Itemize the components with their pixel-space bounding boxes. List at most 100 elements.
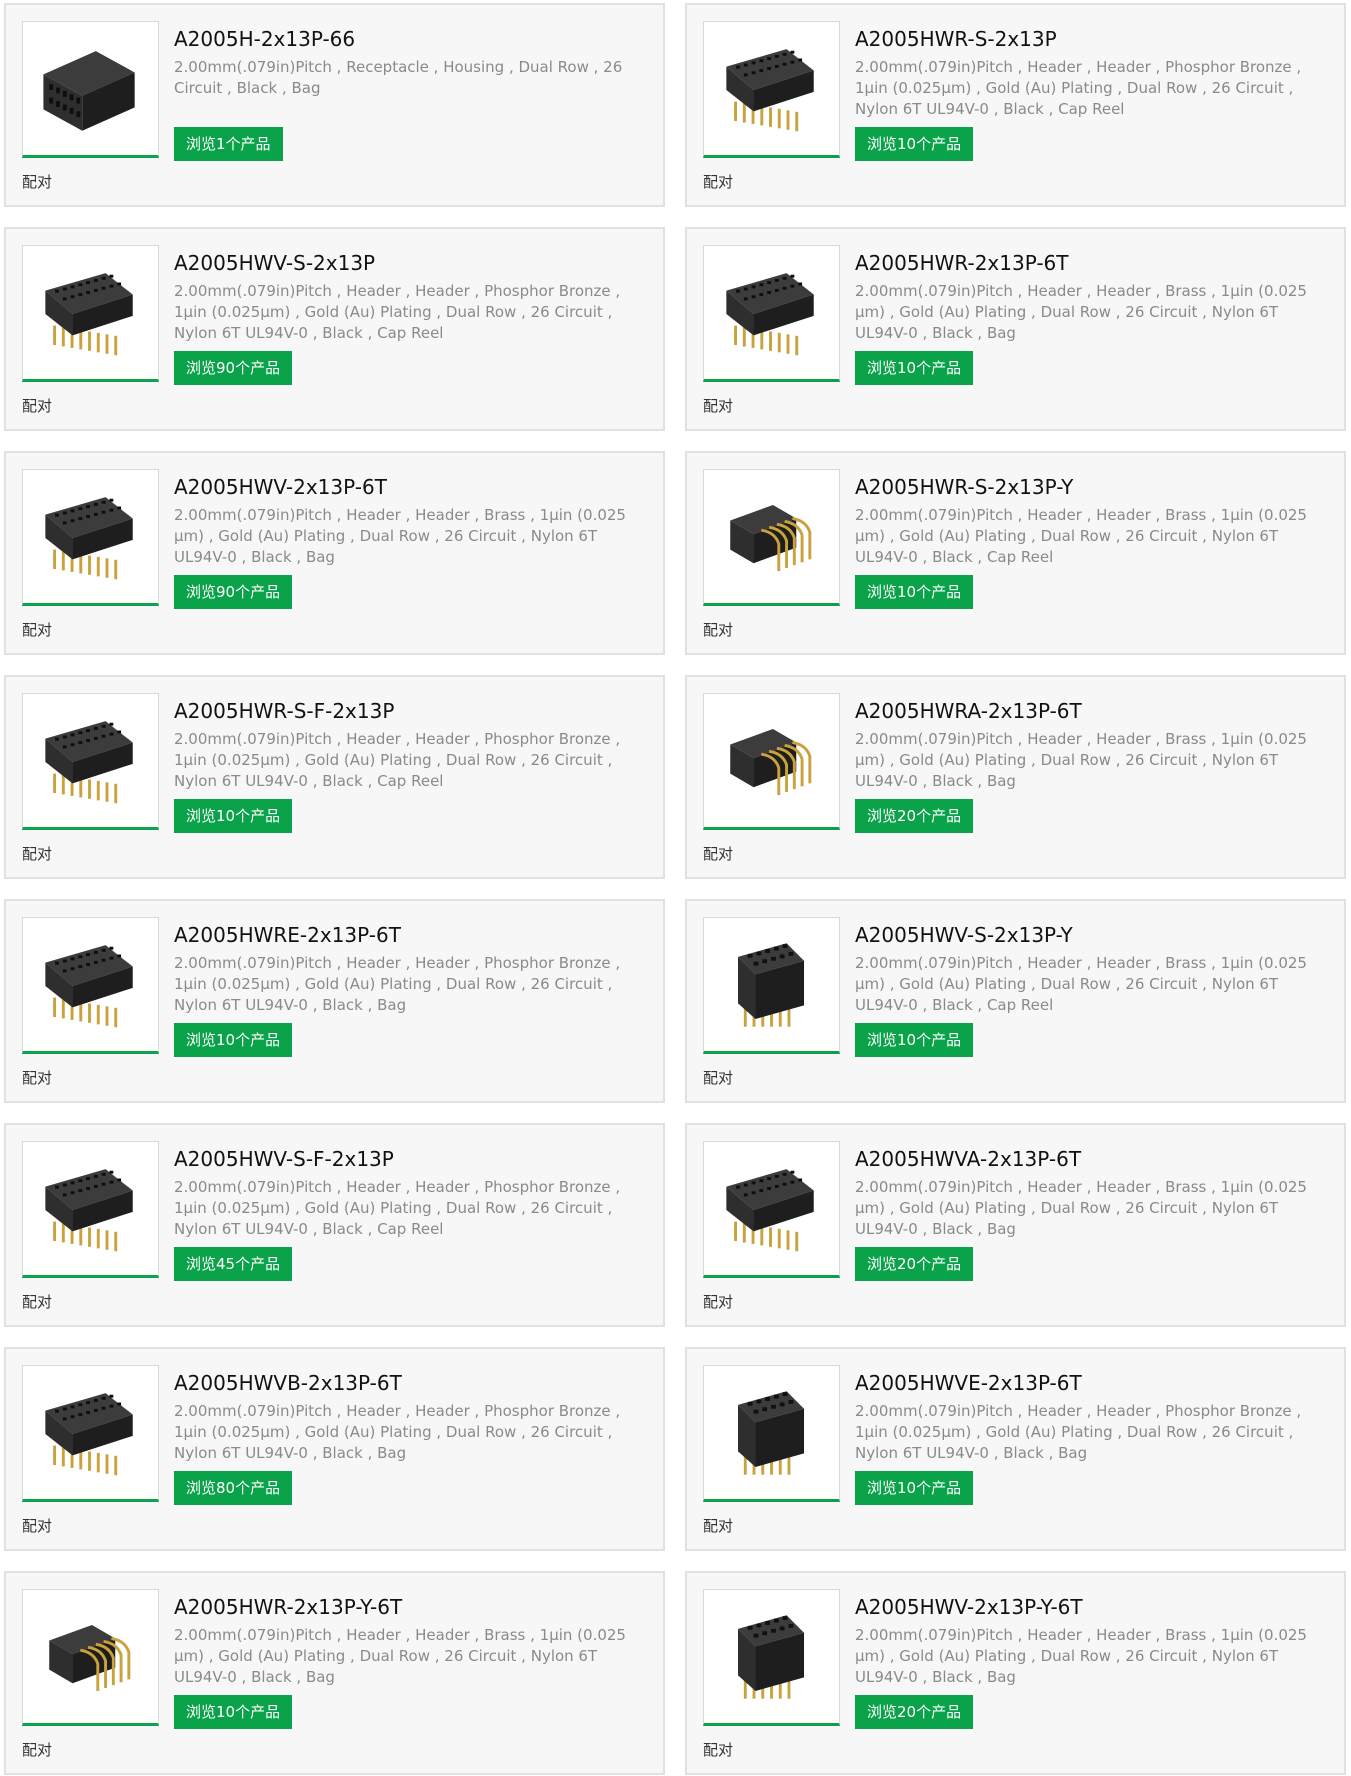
product-card: A2005HWRE-2x13P-6T 2.00mm(.079in)Pitch ,…: [4, 899, 665, 1103]
match-label[interactable]: 配对: [703, 1069, 733, 1087]
browse-products-button[interactable]: 浏览10个产品: [174, 799, 293, 833]
product-image[interactable]: [22, 469, 159, 606]
product-card: A2005HWR-2x13P-Y-6T 2.00mm(.079in)Pitch …: [4, 1571, 665, 1775]
match-label[interactable]: 配对: [703, 621, 733, 639]
product-title[interactable]: A2005HWR-S-2x13P: [855, 27, 1057, 51]
browse-products-button[interactable]: 浏览10个产品: [855, 575, 974, 609]
product-title[interactable]: A2005HWR-S-2x13P-Y: [855, 475, 1073, 499]
match-label[interactable]: 配对: [22, 845, 52, 863]
product-description: 2.00mm(.079in)Pitch , Header , Header , …: [174, 1626, 626, 1686]
connector-header-icon: [45, 1169, 133, 1252]
product-description: 2.00mm(.079in)Pitch , Header , Header , …: [855, 506, 1307, 566]
product-card: A2005HWV-S-F-2x13P 2.00mm(.079in)Pitch ,…: [4, 1123, 665, 1327]
browse-products-button[interactable]: 浏览10个产品: [855, 351, 974, 385]
browse-products-button[interactable]: 浏览90个产品: [174, 575, 293, 609]
match-label[interactable]: 配对: [22, 173, 52, 191]
match-label[interactable]: 配对: [22, 1293, 52, 1311]
product-title[interactable]: A2005HWVB-2x13P-6T: [174, 1371, 402, 1395]
product-description: 2.00mm(.079in)Pitch , Header , Header , …: [855, 730, 1307, 790]
match-label[interactable]: 配对: [703, 173, 733, 191]
product-image[interactable]: [22, 693, 159, 830]
browse-products-button[interactable]: 浏览80个产品: [174, 1471, 293, 1505]
connector-housing-icon: [43, 51, 135, 131]
product-title[interactable]: A2005HWR-S-F-2x13P: [174, 699, 394, 723]
connector-header-icon: [726, 49, 814, 132]
product-image[interactable]: [22, 1365, 159, 1502]
product-grid: A2005H-2x13P-66 2.00mm(.079in)Pitch , Re…: [0, 0, 1351, 1776]
match-label[interactable]: 配对: [703, 1741, 733, 1759]
product-description: 2.00mm(.079in)Pitch , Header , Header , …: [174, 1402, 621, 1462]
product-title[interactable]: A2005HWV-2x13P-Y-6T: [855, 1595, 1083, 1619]
product-image[interactable]: [22, 21, 159, 158]
match-label[interactable]: 配对: [703, 1293, 733, 1311]
product-card: A2005HWR-S-2x13P 2.00mm(.079in)Pitch , H…: [685, 3, 1346, 207]
browse-products-button[interactable]: 浏览20个产品: [855, 1695, 974, 1729]
product-image[interactable]: [703, 1141, 840, 1278]
product-image[interactable]: [703, 693, 840, 830]
product-card: A2005HWVA-2x13P-6T 2.00mm(.079in)Pitch ,…: [685, 1123, 1346, 1327]
browse-products-button[interactable]: 浏览45个产品: [174, 1247, 293, 1281]
match-label[interactable]: 配对: [703, 1517, 733, 1535]
browse-products-button[interactable]: 浏览20个产品: [855, 799, 974, 833]
product-image[interactable]: [703, 469, 840, 606]
product-description: 2.00mm(.079in)Pitch , Receptacle , Housi…: [174, 58, 623, 97]
browse-products-button[interactable]: 浏览10个产品: [855, 1471, 974, 1505]
connector-right-angle-icon: [730, 728, 812, 795]
match-label[interactable]: 配对: [703, 397, 733, 415]
product-card: A2005HWRA-2x13P-6T 2.00mm(.079in)Pitch ,…: [685, 675, 1346, 879]
product-card: A2005HWVE-2x13P-6T 2.00mm(.079in)Pitch ,…: [685, 1347, 1346, 1551]
product-image[interactable]: [703, 245, 840, 382]
product-title[interactable]: A2005HWVE-2x13P-6T: [855, 1371, 1082, 1395]
product-card: A2005H-2x13P-66 2.00mm(.079in)Pitch , Re…: [4, 3, 665, 207]
product-title[interactable]: A2005HWR-2x13P-Y-6T: [174, 1595, 402, 1619]
match-label[interactable]: 配对: [22, 397, 52, 415]
connector-vertical-icon: [738, 943, 805, 1027]
product-title[interactable]: A2005HWR-2x13P-6T: [855, 251, 1069, 275]
product-description: 2.00mm(.079in)Pitch , Header , Header , …: [855, 1178, 1307, 1238]
match-label[interactable]: 配对: [22, 1741, 52, 1759]
product-image[interactable]: [703, 1365, 840, 1502]
product-title[interactable]: A2005HWRA-2x13P-6T: [855, 699, 1082, 723]
browse-products-button[interactable]: 浏览1个产品: [174, 127, 283, 161]
match-label[interactable]: 配对: [22, 621, 52, 639]
product-description: 2.00mm(.079in)Pitch , Header , Header , …: [174, 282, 621, 342]
product-description: 2.00mm(.079in)Pitch , Header , Header , …: [174, 730, 621, 790]
product-title[interactable]: A2005HWV-2x13P-6T: [174, 475, 387, 499]
connector-header-icon: [45, 945, 133, 1028]
product-image[interactable]: [703, 917, 840, 1054]
product-image[interactable]: [22, 1141, 159, 1278]
product-card: A2005HWVB-2x13P-6T 2.00mm(.079in)Pitch ,…: [4, 1347, 665, 1551]
browse-products-button[interactable]: 浏览10个产品: [174, 1695, 293, 1729]
product-image[interactable]: [703, 1589, 840, 1726]
product-image[interactable]: [22, 1589, 159, 1726]
product-image[interactable]: [703, 21, 840, 158]
product-title[interactable]: A2005HWRE-2x13P-6T: [174, 923, 401, 947]
product-card: A2005HWV-2x13P-Y-6T 2.00mm(.079in)Pitch …: [685, 1571, 1346, 1775]
browse-products-button[interactable]: 浏览10个产品: [855, 1023, 974, 1057]
product-image[interactable]: [22, 917, 159, 1054]
product-card: A2005HWR-S-F-2x13P 2.00mm(.079in)Pitch ,…: [4, 675, 665, 879]
product-image[interactable]: [22, 245, 159, 382]
browse-products-button[interactable]: 浏览10个产品: [855, 127, 974, 161]
browse-products-button[interactable]: 浏览10个产品: [174, 1023, 293, 1057]
product-card: A2005HWV-S-2x13P 2.00mm(.079in)Pitch , H…: [4, 227, 665, 431]
browse-products-button[interactable]: 浏览20个产品: [855, 1247, 974, 1281]
match-label[interactable]: 配对: [22, 1069, 52, 1087]
product-title[interactable]: A2005HWV-S-2x13P: [174, 251, 375, 275]
product-description: 2.00mm(.079in)Pitch , Header , Header , …: [174, 506, 626, 566]
product-title[interactable]: A2005HWV-S-2x13P-Y: [855, 923, 1073, 947]
browse-products-button[interactable]: 浏览90个产品: [174, 351, 293, 385]
connector-right-angle-icon: [49, 1624, 131, 1691]
product-title[interactable]: A2005H-2x13P-66: [174, 27, 355, 51]
connector-header-icon: [45, 273, 133, 356]
connector-header-icon: [726, 273, 814, 356]
match-label[interactable]: 配对: [22, 1517, 52, 1535]
product-title[interactable]: A2005HWVA-2x13P-6T: [855, 1147, 1081, 1171]
product-title[interactable]: A2005HWV-S-F-2x13P: [174, 1147, 394, 1171]
connector-right-angle-icon: [730, 504, 812, 571]
match-label[interactable]: 配对: [703, 845, 733, 863]
product-card: A2005HWV-S-2x13P-Y 2.00mm(.079in)Pitch ,…: [685, 899, 1346, 1103]
connector-header-icon: [726, 1169, 814, 1252]
product-card: A2005HWR-2x13P-6T 2.00mm(.079in)Pitch , …: [685, 227, 1346, 431]
connector-header-icon: [45, 721, 133, 804]
